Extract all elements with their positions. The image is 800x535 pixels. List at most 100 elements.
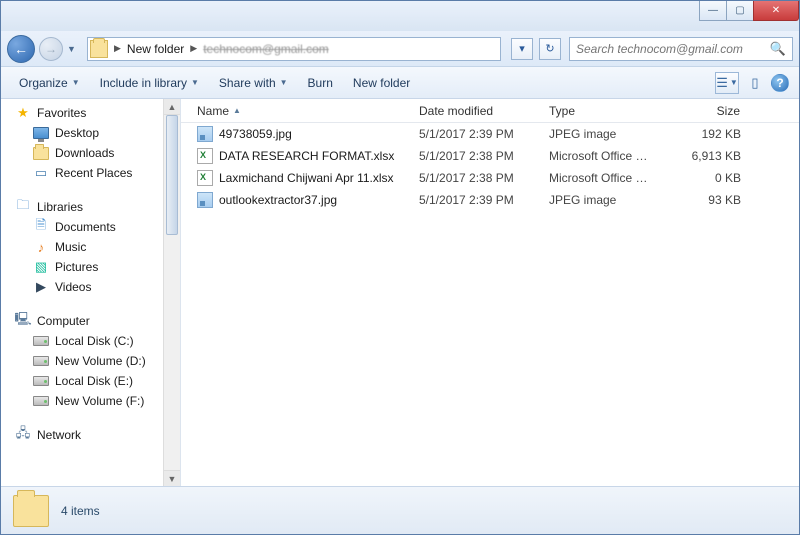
folder-icon (33, 145, 49, 161)
column-size[interactable]: Size (661, 99, 749, 122)
network-icon: 🖧 (15, 427, 31, 443)
sidebar-favorites-header[interactable]: ★Favorites (1, 103, 180, 123)
computer-icon: 🖳 (15, 313, 31, 329)
file-row[interactable]: outlookextractor37.jpg 5/1/2017 2:39 PMJP… (181, 189, 799, 211)
drive-icon (33, 353, 49, 369)
status-bar: 4 items (1, 486, 799, 534)
view-options-button[interactable]: ☰▼ (715, 72, 739, 94)
file-size: 93 KB (661, 193, 749, 207)
body: ★Favorites Desktop Downloads ▭Recent Pla… (1, 99, 799, 486)
sidebar-network-header[interactable]: 🖧Network (1, 425, 180, 445)
search-icon[interactable]: 🔍 (770, 41, 786, 57)
preview-pane-button[interactable]: ▯ (743, 72, 767, 94)
sort-asc-icon: ▲ (233, 106, 241, 115)
star-icon: ★ (15, 105, 31, 121)
file-name: Laxmichand Chijwani Apr 11.xlsx (219, 171, 394, 185)
minimize-button[interactable]: — (699, 1, 727, 21)
sidebar-item-desktop[interactable]: Desktop (1, 123, 180, 143)
column-headers: Name▲ Date modified Type Size (181, 99, 799, 123)
file-icon (197, 126, 213, 142)
scroll-up-icon[interactable]: ▲ (164, 99, 180, 115)
explorer-window: — ▢ ✕ ← → ▼ ▶ New folder ▶ technocom@gma… (0, 0, 800, 535)
forward-button[interactable]: → (39, 37, 63, 61)
new-folder-button[interactable]: New folder (345, 72, 418, 94)
nav-history-dropdown[interactable]: ▼ (67, 44, 79, 54)
sidebar-item-pictures[interactable]: ▧Pictures (1, 257, 180, 277)
sidebar-libraries-header[interactable]: 🗀Libraries (1, 197, 180, 217)
scrollbar-thumb[interactable] (166, 115, 178, 235)
file-date: 5/1/2017 2:39 PM (411, 127, 541, 141)
sidebar-computer-header[interactable]: 🖳Computer (1, 311, 180, 331)
address-bar[interactable]: ▶ New folder ▶ technocom@gmail.com (87, 37, 501, 61)
drive-icon (33, 373, 49, 389)
status-item-count: 4 items (61, 504, 100, 518)
breadcrumb-segment[interactable]: New folder (123, 42, 188, 56)
back-button[interactable]: ← (7, 35, 35, 63)
share-with-menu[interactable]: Share with▼ (211, 72, 296, 94)
file-row[interactable]: Laxmichand Chijwani Apr 11.xlsx 5/1/2017 … (181, 167, 799, 189)
navigation-pane: ★Favorites Desktop Downloads ▭Recent Pla… (1, 99, 181, 486)
include-library-menu[interactable]: Include in library▼ (92, 72, 207, 94)
drive-icon (33, 393, 49, 409)
scroll-down-icon[interactable]: ▼ (164, 470, 180, 486)
sidebar-item-videos[interactable]: ▶Videos (1, 277, 180, 297)
chevron-right-icon[interactable]: ▶ (112, 43, 123, 54)
sidebar-item-music[interactable]: ♪Music (1, 237, 180, 257)
sidebar-item-drive-e[interactable]: Local Disk (E:) (1, 371, 180, 391)
pictures-icon: ▧ (33, 259, 49, 275)
sidebar-scrollbar[interactable]: ▲ ▼ (163, 99, 180, 486)
file-icon (197, 148, 213, 164)
nav-row: ← → ▼ ▶ New folder ▶ technocom@gmail.com… (1, 31, 799, 67)
help-button[interactable]: ? (771, 74, 789, 92)
file-icon (197, 170, 213, 186)
sidebar-item-drive-d[interactable]: New Volume (D:) (1, 351, 180, 371)
file-date: 5/1/2017 2:39 PM (411, 193, 541, 207)
documents-icon: 🗎 (33, 219, 49, 235)
file-type: Microsoft Office E... (541, 149, 661, 163)
drive-icon (33, 333, 49, 349)
libraries-icon: 🗀 (15, 199, 31, 215)
file-row[interactable]: DATA RESEARCH FORMAT.xlsx 5/1/2017 2:38 P… (181, 145, 799, 167)
titlebar: — ▢ ✕ (1, 1, 799, 31)
search-input[interactable] (576, 42, 770, 56)
folder-icon (13, 495, 49, 527)
file-icon (197, 192, 213, 208)
address-dropdown-button[interactable]: ▾ (511, 38, 533, 60)
file-size: 192 KB (661, 127, 749, 141)
sidebar-item-downloads[interactable]: Downloads (1, 143, 180, 163)
file-list-pane: Name▲ Date modified Type Size 49738059.j… (181, 99, 799, 486)
sidebar-item-recent[interactable]: ▭Recent Places (1, 163, 180, 183)
maximize-button[interactable]: ▢ (726, 1, 754, 21)
file-date: 5/1/2017 2:38 PM (411, 149, 541, 163)
chevron-right-icon[interactable]: ▶ (188, 43, 199, 54)
breadcrumb-segment-current[interactable]: technocom@gmail.com (199, 42, 333, 56)
file-size: 6,913 KB (661, 149, 749, 163)
file-name: outlookextractor37.jpg (219, 193, 337, 207)
organize-menu[interactable]: Organize▼ (11, 72, 88, 94)
search-box[interactable]: 🔍 (569, 37, 793, 61)
file-row[interactable]: 49738059.jpg 5/1/2017 2:39 PMJPEG image19… (181, 123, 799, 145)
file-name: 49738059.jpg (219, 127, 292, 141)
file-type: JPEG image (541, 193, 661, 207)
file-size: 0 KB (661, 171, 749, 185)
column-date[interactable]: Date modified (411, 99, 541, 122)
file-type: JPEG image (541, 127, 661, 141)
file-list: 49738059.jpg5/1/2017 2:39 PMJPEG image19… (181, 123, 799, 211)
sidebar-item-drive-f[interactable]: New Volume (F:) (1, 391, 180, 411)
column-name[interactable]: Name▲ (181, 99, 411, 122)
column-type[interactable]: Type (541, 99, 661, 122)
refresh-button[interactable]: ↻ (539, 38, 561, 60)
toolbar: Organize▼ Include in library▼ Share with… (1, 67, 799, 99)
recent-icon: ▭ (33, 165, 49, 181)
music-icon: ♪ (33, 239, 49, 255)
file-type: Microsoft Office E... (541, 171, 661, 185)
burn-button[interactable]: Burn (300, 72, 341, 94)
file-name: DATA RESEARCH FORMAT.xlsx (219, 149, 394, 163)
file-date: 5/1/2017 2:38 PM (411, 171, 541, 185)
close-button[interactable]: ✕ (753, 1, 799, 21)
videos-icon: ▶ (33, 279, 49, 295)
folder-icon (90, 40, 108, 58)
desktop-icon (33, 125, 49, 141)
sidebar-item-documents[interactable]: 🗎Documents (1, 217, 180, 237)
sidebar-item-drive-c[interactable]: Local Disk (C:) (1, 331, 180, 351)
